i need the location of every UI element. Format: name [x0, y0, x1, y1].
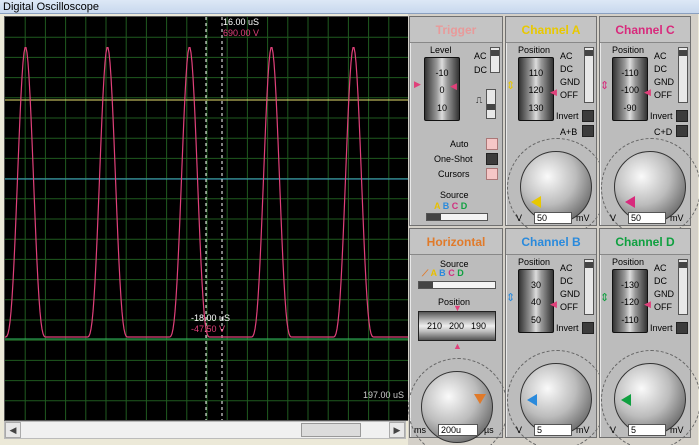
edge-slider[interactable]	[486, 89, 496, 119]
cursors-label: Cursors	[438, 169, 470, 179]
channel-c-title: Channel C	[600, 17, 690, 43]
timebase-readout: 197.00 uS	[363, 390, 405, 400]
channel-b-invert-button[interactable]	[582, 322, 594, 334]
channel-d-value[interactable]: 5	[628, 424, 666, 436]
trigger-right-marker-icon: ◀	[450, 81, 457, 91]
channel-d-pointer-icon	[621, 394, 631, 406]
position-bottom-marker-icon: ▲	[453, 341, 462, 351]
channel-a-panel: Channel A Position 110 120 130 ⇕ ◀ AC DC G…	[505, 16, 607, 238]
channel-a-value[interactable]: 50	[534, 212, 572, 224]
channel-a-marker-icon: ◀	[550, 87, 557, 97]
channel-c-marker-icon: ◀	[644, 87, 651, 97]
channel-a-pointer-icon	[531, 196, 541, 208]
dc-label: DC	[474, 65, 487, 75]
trigger-title: Trigger	[410, 17, 502, 43]
channel-d-panel: Channel D Position -130 -120 -110 ⇕ ◀ AC D…	[599, 228, 699, 445]
us-unit: µs	[484, 425, 494, 435]
channel-c-updown-icon: ⇕	[600, 80, 610, 92]
level-label: Level	[430, 45, 452, 55]
trigger-left-marker-icon: ▶	[414, 79, 421, 89]
horizontal-source-channels: ⟋ A B C D	[422, 268, 464, 278]
channel-b-title: Channel B	[506, 229, 596, 255]
scope-grid-plot	[5, 17, 409, 420]
channel-b-updown-icon: ⇕	[506, 292, 516, 304]
channel-c-invert-button[interactable]	[676, 110, 688, 122]
one-shot-button[interactable]	[486, 153, 498, 165]
channel-c-coupling-slider[interactable]	[678, 47, 688, 103]
scroll-right-icon[interactable]: ▶	[389, 422, 405, 438]
auto-button[interactable]	[486, 138, 498, 150]
cursor1-time: 16.00 uS	[223, 17, 260, 27]
edge-icon: ⎍	[476, 95, 483, 105]
channel-c-position-spinner[interactable]: -110 -100 -90	[612, 57, 648, 121]
channel-c-panel: Channel C Position -110 -100 -90 ⇕ ◀ AC DC…	[599, 16, 699, 238]
horizontal-panel: Horizontal Source ⟋ A B C D Position 210…	[408, 228, 508, 445]
horizontal-scrollbar[interactable]: ◀ ▶	[4, 421, 406, 439]
auto-label: Auto	[450, 139, 469, 149]
ms-unit: ms	[414, 425, 426, 435]
channel-a-invert-button[interactable]	[582, 110, 594, 122]
one-shot-label: One-Shot	[434, 154, 473, 164]
channel-b-pointer-icon	[527, 394, 537, 406]
horizontal-title: Horizontal	[410, 229, 502, 255]
channel-c-combine-button[interactable]	[676, 125, 688, 137]
channel-a-coupling-slider[interactable]	[584, 47, 594, 103]
channel-b-coupling-slider[interactable]	[584, 259, 594, 315]
channel-d-coupling-slider[interactable]	[678, 259, 688, 315]
timebase-pointer-icon	[474, 394, 486, 404]
channel-a-title: Channel A	[506, 17, 596, 43]
window-title: Digital Oscilloscope	[0, 0, 699, 14]
position-top-marker-icon: ▼	[453, 303, 462, 313]
cursor2-voltage: -47.50 V	[191, 324, 226, 334]
scope-display: 16.00 uS 690.00 V -18.00 uS -47.50 V 197…	[4, 16, 410, 421]
channel-d-position-spinner[interactable]: -130 -120 -110	[612, 269, 648, 333]
scroll-thumb[interactable]	[301, 423, 361, 437]
channel-b-marker-icon: ◀	[550, 299, 557, 309]
channel-d-marker-icon: ◀	[644, 299, 651, 309]
timebase-value[interactable]: 200u	[438, 424, 478, 436]
channel-d-updown-icon: ⇕	[600, 292, 610, 304]
source-label: Source	[440, 190, 469, 200]
channel-d-title: Channel D	[600, 229, 690, 255]
cursor2-time: -18.00 uS	[191, 313, 231, 323]
cursors-button[interactable]	[486, 168, 498, 180]
channel-a-position-spinner[interactable]: 110 120 130	[518, 57, 554, 121]
channel-c-value[interactable]: 50	[628, 212, 666, 224]
source-channels: A B C D	[434, 201, 468, 211]
channel-b-panel: Channel B Position 30 40 50 ⇕ ◀ AC DC GND …	[505, 228, 607, 445]
channel-b-value[interactable]: 5	[534, 424, 572, 436]
horizontal-source-slider[interactable]	[418, 281, 496, 289]
channel-a-combine-button[interactable]	[582, 125, 594, 137]
channel-c-pointer-icon	[625, 196, 635, 208]
oscilloscope-window: Digital Oscilloscope 16.00 uS 690.00 V -…	[0, 0, 699, 445]
trigger-source-slider[interactable]	[426, 213, 488, 221]
coupling-slider[interactable]	[490, 47, 500, 73]
channel-d-invert-button[interactable]	[676, 322, 688, 334]
scroll-left-icon[interactable]: ◀	[5, 422, 21, 438]
channel-b-position-spinner[interactable]: 30 40 50	[518, 269, 554, 333]
horizontal-position-wheel[interactable]: 210 200 190	[418, 311, 496, 341]
cursor1-voltage: 690.00 V	[223, 28, 260, 38]
channel-a-position-label: Position	[518, 45, 551, 55]
channel-a-updown-icon: ⇕	[506, 80, 516, 92]
ac-label: AC	[474, 51, 487, 61]
trigger-panel: Trigger Level -10 0 10 ▶ ◀ AC DC ⎍ Auto …	[409, 16, 503, 226]
